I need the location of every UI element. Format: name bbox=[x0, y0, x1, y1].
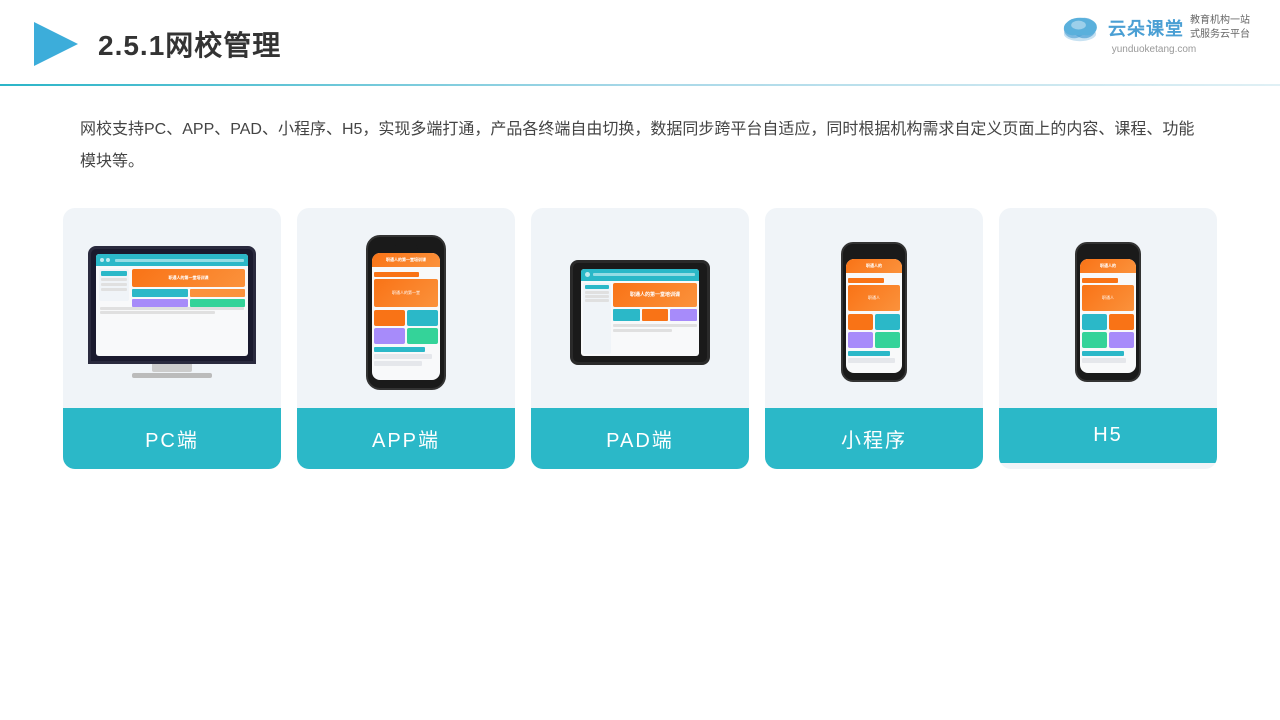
miniprogram-phone-mockup: 职通人的 职通人 bbox=[841, 242, 907, 382]
pad-tablet-mockup: 职通人的第一堂培训课 bbox=[570, 260, 710, 365]
logo-arrow-icon bbox=[30, 18, 82, 70]
cards-container: 职通人的第一堂培训课 bbox=[0, 198, 1280, 469]
card-pc: 职通人的第一堂培训课 bbox=[63, 208, 281, 469]
card-app-image: 职通人的第一堂培训课 职通人的第一堂 bbox=[297, 208, 515, 408]
description-paragraph: 网校支持PC、APP、PAD、小程序、H5，实现多端打通，产品各终端自由切换，数… bbox=[80, 114, 1200, 178]
h5-phone-mockup: 职通人的 职通人 bbox=[1075, 242, 1141, 382]
description-text: 网校支持PC、APP、PAD、小程序、H5，实现多端打通，产品各终端自由切换，数… bbox=[0, 86, 1280, 198]
card-miniprogram-label: 小程序 bbox=[765, 408, 983, 469]
cloud-icon bbox=[1058, 12, 1102, 44]
brand-slogan: 教育机构一站式服务云平台 bbox=[1190, 14, 1250, 42]
app-phone-mockup: 职通人的第一堂培训课 职通人的第一堂 bbox=[366, 235, 446, 390]
card-app: 职通人的第一堂培训课 职通人的第一堂 bbox=[297, 208, 515, 469]
card-app-label: APP端 bbox=[297, 408, 515, 469]
pc-mockup: 职通人的第一堂培训课 bbox=[88, 246, 256, 378]
card-pc-label: PC端 bbox=[63, 408, 281, 469]
brand-logo: 云朵课堂 教育机构一站式服务云平台 yunduoketang.com bbox=[1058, 12, 1250, 55]
brand-name: 云朵课堂 bbox=[1108, 15, 1184, 41]
card-h5-image: 职通人的 职通人 bbox=[999, 208, 1217, 408]
card-miniprogram: 职通人的 职通人 bbox=[765, 208, 983, 469]
card-h5-label: H5 bbox=[999, 408, 1217, 463]
card-miniprogram-image: 职通人的 职通人 bbox=[765, 208, 983, 408]
page-title: 2.5.1网校管理 bbox=[98, 24, 281, 64]
card-pc-image: 职通人的第一堂培训课 bbox=[63, 208, 281, 408]
card-pad-label: PAD端 bbox=[531, 408, 749, 469]
card-pad-image: 职通人的第一堂培训课 bbox=[531, 208, 749, 408]
card-pad: 职通人的第一堂培训课 bbox=[531, 208, 749, 469]
header: 2.5.1网校管理 云朵课堂 教育机构一站式服务云平台 yunduoketang… bbox=[0, 0, 1280, 70]
card-h5: 职通人的 职通人 bbox=[999, 208, 1217, 469]
brand-url: yunduoketang.com bbox=[1112, 44, 1197, 55]
